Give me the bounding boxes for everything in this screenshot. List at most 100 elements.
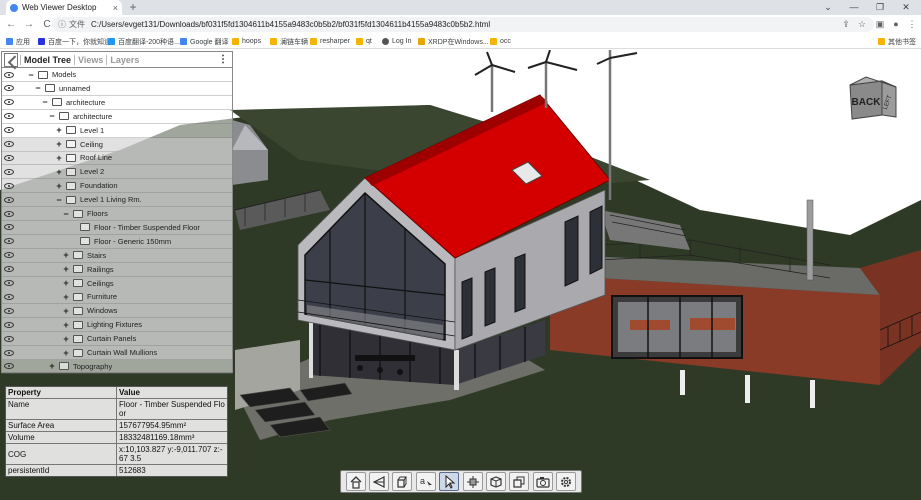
expand-toggle-icon[interactable]: + <box>62 318 70 332</box>
tree-node[interactable]: + Curtain Wall Mullions <box>2 346 232 360</box>
expand-toggle-icon[interactable]: + <box>62 290 70 304</box>
tree-node-label[interactable]: Foundation <box>80 181 118 190</box>
tab-layers[interactable]: Layers <box>106 54 142 65</box>
tree-node-label[interactable]: Level 1 Living Rm. <box>80 195 142 204</box>
tree-node-label[interactable]: Models <box>52 70 76 79</box>
bookmark-other[interactable]: 其他书签 <box>878 36 916 47</box>
tree-node-label[interactable]: Level 2 <box>80 167 104 176</box>
visibility-eye-icon[interactable] <box>4 182 14 189</box>
tree-node[interactable]: − architecture <box>2 96 232 110</box>
tree-node[interactable]: + Level 2 <box>2 165 232 180</box>
tab-model-tree[interactable]: Model Tree <box>20 54 74 65</box>
bookmark-baidu-translate[interactable]: 百度翻译-200种语... <box>108 36 180 47</box>
expand-toggle-icon[interactable]: + <box>62 262 70 276</box>
visibility-eye-icon[interactable] <box>4 113 14 120</box>
tree-node-label[interactable]: Level 1 <box>80 126 104 135</box>
tree-node[interactable]: + Roof Line <box>2 151 232 166</box>
url-text[interactable]: C:/Users/evget131/Downloads/bf031f5fd130… <box>91 20 490 29</box>
address-bar[interactable]: ⓘ 文件 C:/Users/evget131/Downloads/bf031f5… <box>52 17 874 32</box>
cutting-plane-button[interactable] <box>509 472 530 491</box>
expand-toggle-icon[interactable]: + <box>62 248 70 262</box>
menu-icon[interactable]: ⋮ <box>906 17 918 31</box>
tree-node-label[interactable]: Windows <box>87 306 117 315</box>
visibility-eye-icon[interactable] <box>4 266 14 273</box>
select-button[interactable] <box>439 472 460 491</box>
back-button[interactable]: ← <box>4 19 18 30</box>
visibility-eye-icon[interactable] <box>4 99 14 106</box>
expand-toggle-icon[interactable]: + <box>48 359 56 373</box>
tree-node[interactable]: + Lighting Fixtures <box>2 318 232 333</box>
tree-node[interactable]: + Level 1 <box>2 124 232 138</box>
tree-node[interactable]: − architecture <box>2 110 232 124</box>
tab-search-icon[interactable]: ⌄ <box>815 0 841 15</box>
site-info-icon[interactable]: ⓘ <box>58 19 66 30</box>
snapshot-button[interactable] <box>532 472 553 491</box>
expand-toggle-icon[interactable]: + <box>55 179 63 193</box>
visibility-eye-icon[interactable] <box>4 71 14 78</box>
visibility-eye-icon[interactable] <box>4 280 14 286</box>
expand-toggle-icon[interactable]: + <box>62 304 70 318</box>
expand-toggle-icon[interactable]: + <box>62 346 70 360</box>
tree-node-label[interactable]: Ceiling <box>80 140 103 149</box>
expand-toggle-icon[interactable]: + <box>62 276 70 290</box>
camera-button[interactable] <box>369 472 390 491</box>
visibility-eye-icon[interactable] <box>4 293 14 300</box>
tree-node-label[interactable]: Railings <box>87 265 114 274</box>
visibility-eye-icon[interactable] <box>4 85 14 92</box>
forward-button[interactable]: → <box>22 19 36 30</box>
visibility-eye-icon[interactable] <box>4 321 14 328</box>
tab-views[interactable]: Views <box>74 54 106 65</box>
expand-toggle-icon[interactable]: + <box>55 151 63 165</box>
tree-node[interactable]: + Furniture <box>2 290 232 305</box>
visibility-eye-icon[interactable] <box>4 363 14 370</box>
tree-node-label[interactable]: Floors <box>87 209 108 218</box>
bookmark-vehicles[interactable]: 澜链车辆 <box>270 36 308 47</box>
tree-node[interactable]: Floor - Timber Suspended Floor <box>2 220 232 235</box>
visibility-eye-icon[interactable] <box>4 210 14 217</box>
collapse-toggle-icon[interactable]: − <box>55 193 63 207</box>
model-browser-button[interactable] <box>486 472 507 491</box>
visibility-eye-icon[interactable] <box>4 127 14 134</box>
share-icon[interactable]: ⇪ <box>840 17 852 31</box>
tree-node[interactable]: + Windows <box>2 304 232 319</box>
visibility-eye-icon[interactable] <box>4 154 14 161</box>
settings-button[interactable] <box>556 472 577 491</box>
collapse-toggle-icon[interactable]: − <box>27 68 35 82</box>
tree-node[interactable]: + Ceilings <box>2 276 232 291</box>
tree-node[interactable]: + Foundation <box>2 179 232 194</box>
visibility-eye-icon[interactable] <box>4 307 14 314</box>
collapse-toggle-icon[interactable]: − <box>41 95 49 109</box>
tree-node-label[interactable]: Curtain Panels <box>87 334 136 343</box>
tree-node-label[interactable]: Floor - Generic 150mm <box>94 237 171 246</box>
nav-cube[interactable]: BACK LEFT <box>846 75 898 123</box>
tab-close-button[interactable]: × <box>113 3 118 13</box>
visibility-eye-icon[interactable] <box>4 141 14 147</box>
tree-node[interactable]: + Topography <box>2 360 232 374</box>
expand-toggle-icon[interactable]: + <box>62 332 70 346</box>
expand-toggle-icon[interactable]: + <box>55 137 63 151</box>
tree-pin-icon[interactable] <box>4 52 18 67</box>
tree-node-label[interactable]: Roof Line <box>80 153 112 162</box>
profile-icon[interactable]: ● <box>890 17 902 31</box>
bookmark-google-translate[interactable]: Google 翻译 <box>180 36 229 47</box>
bookmark-resharper[interactable]: resharper <box>310 36 350 47</box>
minimize-button[interactable]: — <box>841 0 867 15</box>
expand-toggle-icon[interactable]: + <box>55 123 63 137</box>
maximize-button[interactable]: ❐ <box>867 0 893 15</box>
collapse-toggle-icon[interactable]: − <box>34 81 42 95</box>
new-tab-button[interactable]: + <box>126 0 140 15</box>
tree-node[interactable]: − Models <box>2 68 232 82</box>
bookmark-xrdp[interactable]: XRDP在Windows... <box>418 36 489 47</box>
collapse-toggle-icon[interactable]: − <box>62 207 70 221</box>
bookmark-login[interactable]: Log In <box>382 36 411 47</box>
tree-node-label[interactable]: unnamed <box>59 84 90 93</box>
collapse-toggle-icon[interactable]: − <box>48 109 56 123</box>
bookmark-apps[interactable]: 应用 <box>6 36 30 47</box>
tree-node[interactable]: Floor - Generic 150mm <box>2 234 232 249</box>
tree-node[interactable]: + Railings <box>2 262 232 277</box>
visibility-eye-icon[interactable] <box>4 252 14 259</box>
browser-tab[interactable]: Web Viewer Desktop × <box>6 0 122 15</box>
star-icon[interactable]: ☆ <box>856 17 868 31</box>
annotate-button[interactable]: a <box>415 472 436 491</box>
bookmark-occ[interactable]: occ <box>490 36 511 47</box>
